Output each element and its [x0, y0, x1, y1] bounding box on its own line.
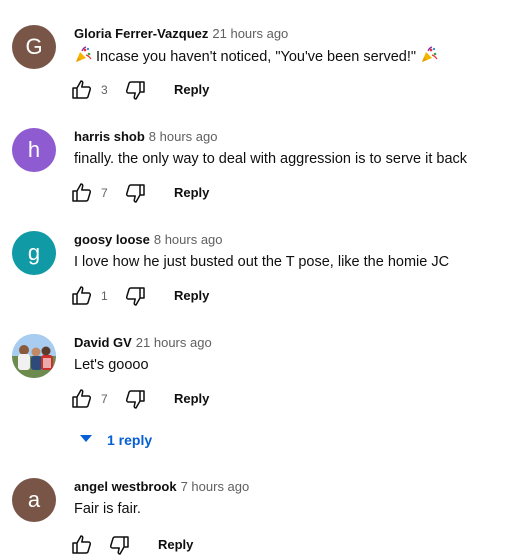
avatar[interactable]: h: [12, 128, 56, 172]
thumbs-down-icon[interactable]: [123, 284, 147, 308]
thumbs-down-icon[interactable]: [123, 78, 147, 102]
reply-button[interactable]: Reply: [158, 536, 193, 554]
thumbs-down-icon[interactable]: [123, 387, 147, 411]
comment-header: harris shob 8 hours ago: [74, 128, 217, 146]
comment-actions: Reply: [70, 533, 370, 557]
thumbs-up-icon[interactable]: [70, 533, 94, 557]
comment-timestamp[interactable]: 21 hours ago: [212, 26, 288, 41]
comment-timestamp[interactable]: 7 hours ago: [181, 479, 250, 494]
thumbs-up-icon[interactable]: [70, 181, 94, 205]
thumbs-down-icon[interactable]: [107, 533, 131, 557]
like-count: 1: [101, 289, 108, 303]
thumbs-up-icon[interactable]: [70, 78, 94, 102]
avatar[interactable]: g: [12, 231, 56, 275]
like-count: 7: [101, 186, 108, 200]
photo-avatar[interactable]: [12, 334, 56, 378]
reply-button[interactable]: Reply: [174, 184, 209, 202]
comment-timestamp[interactable]: 8 hours ago: [149, 129, 218, 144]
avatar[interactable]: G: [12, 25, 56, 69]
comment-header: Gloria Ferrer-Vazquez 21 hours ago: [74, 25, 288, 43]
comment-header: goosy loose 8 hours ago: [74, 231, 223, 249]
comment-actions: 1 Reply: [70, 284, 370, 308]
comment-actions: 7 Reply: [70, 387, 370, 411]
comment-header: David GV 21 hours ago: [74, 334, 212, 352]
comment-timestamp[interactable]: 8 hours ago: [154, 232, 223, 247]
author-name[interactable]: harris shob: [74, 129, 145, 144]
thumbs-up-icon[interactable]: [70, 387, 94, 411]
comment-timestamp[interactable]: 21 hours ago: [136, 335, 212, 350]
party-popper-icon: [422, 46, 438, 62]
comment-text: Let's goooo: [74, 357, 149, 373]
avatar[interactable]: a: [12, 478, 56, 522]
caret-down-icon: [80, 435, 92, 442]
replies-count-label: 1 reply: [107, 432, 153, 448]
comment-header: angel westbrook 7 hours ago: [74, 478, 249, 496]
author-name[interactable]: Gloria Ferrer-Vazquez: [74, 26, 208, 41]
thumbs-down-icon[interactable]: [123, 181, 147, 205]
comment-text: Incase you haven't noticed, "You've been…: [74, 46, 438, 67]
author-name[interactable]: angel westbrook: [74, 479, 177, 494]
like-count: 3: [101, 83, 108, 97]
party-popper-icon: [76, 46, 92, 62]
reply-button[interactable]: Reply: [174, 287, 209, 305]
like-count: 7: [101, 392, 108, 406]
comment-actions: 7 Reply: [70, 181, 370, 205]
comment-text: Fair is fair.: [74, 501, 141, 517]
reply-button[interactable]: Reply: [174, 390, 209, 408]
author-name[interactable]: goosy loose: [74, 232, 150, 247]
comment-actions: 3 Reply: [70, 78, 370, 102]
thumbs-up-icon[interactable]: [70, 284, 94, 308]
comment-text: I love how he just busted out the T pose…: [74, 254, 450, 270]
author-name[interactable]: David GV: [74, 335, 132, 350]
comment-text-body: Incase you haven't noticed, "You've been…: [96, 49, 417, 65]
reply-button[interactable]: Reply: [174, 81, 209, 99]
avatar-photo: [12, 334, 56, 378]
comment-text: finally. the only way to deal with aggre…: [74, 151, 468, 167]
